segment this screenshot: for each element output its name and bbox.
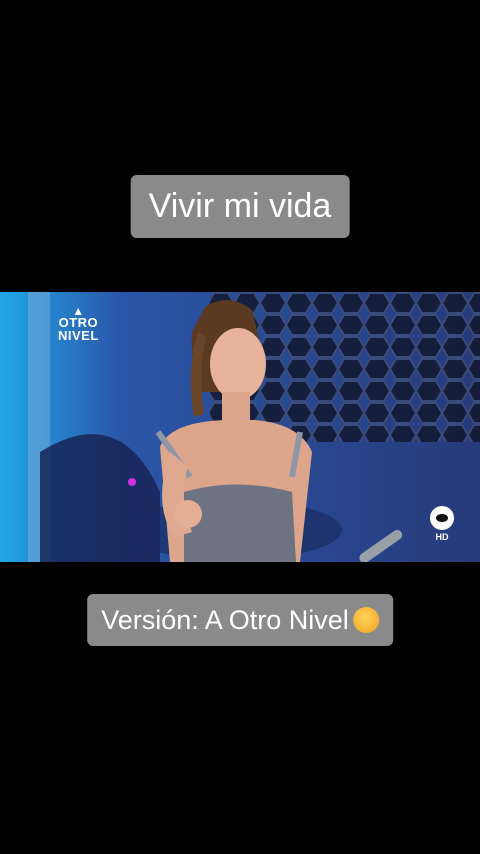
hd-badge: HD <box>430 506 454 542</box>
channel-logo: ▲ OTRO NIVEL <box>58 305 99 343</box>
exploding-head-emoji-icon <box>352 606 379 633</box>
logo-line-2: NIVEL <box>58 328 99 343</box>
caption-bottom: Versión: A Otro Nivel <box>87 594 393 646</box>
hd-label: HD <box>435 532 449 542</box>
caption-top: Vivir mi vida <box>130 175 350 238</box>
caption-bottom-text: Versión: A Otro Nivel <box>101 605 349 635</box>
eye-logo-icon <box>430 506 454 530</box>
video-frame[interactable]: ▲ OTRO NIVEL HD <box>0 292 480 562</box>
caption-top-text: Vivir mi vida <box>148 187 332 225</box>
